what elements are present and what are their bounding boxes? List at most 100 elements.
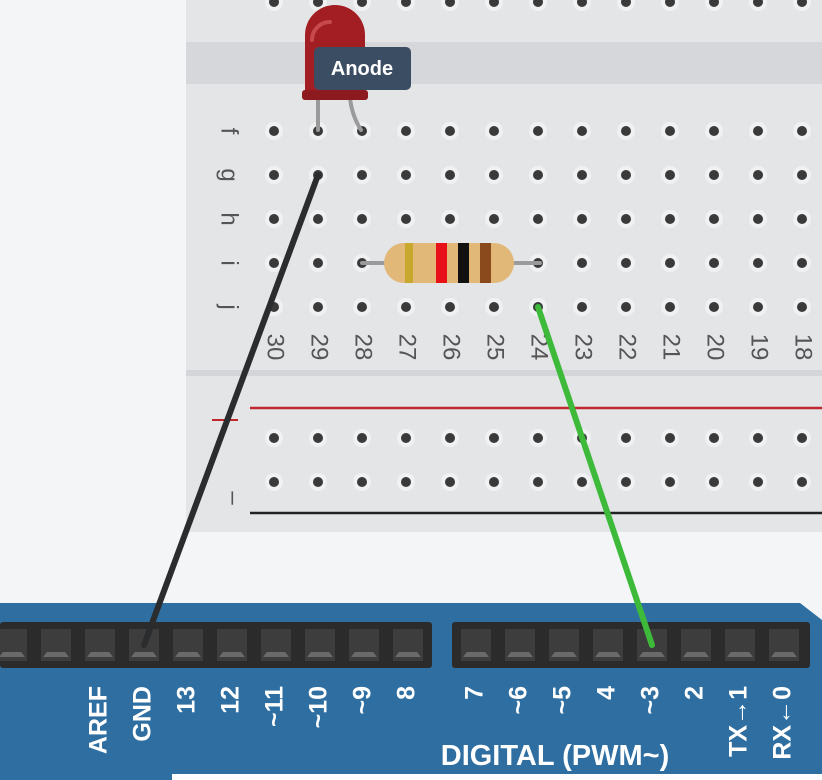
resistor-body[interactable] — [384, 243, 514, 283]
breadboard-hole[interactable] — [621, 214, 631, 224]
rail-hole[interactable] — [357, 433, 367, 443]
rail-hole[interactable] — [401, 477, 411, 487]
rail-hole[interactable] — [269, 477, 279, 487]
rail-hole[interactable] — [665, 477, 675, 487]
rail-hole[interactable] — [621, 477, 631, 487]
breadboard-hole[interactable] — [357, 302, 367, 312]
rail-hole[interactable] — [797, 477, 807, 487]
rail-hole[interactable] — [533, 477, 543, 487]
header-pin — [771, 652, 797, 657]
breadboard-hole[interactable] — [357, 214, 367, 224]
breadboard-hole[interactable] — [269, 258, 279, 268]
breadboard-hole[interactable] — [489, 214, 499, 224]
breadboard-hole[interactable] — [665, 302, 675, 312]
breadboard-hole[interactable] — [665, 214, 675, 224]
led-rim — [302, 90, 368, 100]
column-number: 30 — [262, 334, 289, 361]
rail-hole[interactable] — [313, 433, 323, 443]
rail-hole[interactable] — [533, 433, 543, 443]
rail-hole[interactable] — [797, 433, 807, 443]
breadboard-hole[interactable] — [709, 214, 719, 224]
breadboard-hole[interactable] — [709, 126, 719, 136]
breadboard-hole[interactable] — [709, 258, 719, 268]
breadboard-hole[interactable] — [489, 302, 499, 312]
rail-hole[interactable] — [489, 477, 499, 487]
breadboard-hole[interactable] — [577, 214, 587, 224]
arduino-board[interactable]: AREF GND 13 12 ~11 ~10 ~9 8 7 ~6 ~5 4 ~3 2 TX→1 RX←0 DI… — [0, 603, 822, 780]
breadboard-hole[interactable] — [489, 126, 499, 136]
breadboard-hole[interactable] — [753, 214, 763, 224]
header-pin — [131, 652, 157, 657]
breadboard-hole[interactable] — [269, 170, 279, 180]
breadboard-hole[interactable] — [269, 126, 279, 136]
breadboard-hole[interactable] — [577, 126, 587, 136]
pin-label: 7 — [461, 686, 489, 700]
rail-hole[interactable] — [357, 477, 367, 487]
breadboard-center-channel — [186, 42, 822, 84]
breadboard-hole[interactable] — [445, 214, 455, 224]
breadboard-hole[interactable] — [665, 170, 675, 180]
breadboard-hole[interactable] — [753, 258, 763, 268]
header-pin — [395, 652, 421, 657]
breadboard-hole[interactable] — [665, 126, 675, 136]
breadboard-hole[interactable] — [621, 126, 631, 136]
rail-hole[interactable] — [577, 477, 587, 487]
breadboard-hole[interactable] — [401, 126, 411, 136]
breadboard-hole[interactable] — [797, 126, 807, 136]
breadboard-hole[interactable] — [709, 302, 719, 312]
breadboard-hole[interactable] — [797, 258, 807, 268]
breadboard-hole[interactable] — [313, 214, 323, 224]
breadboard-hole[interactable] — [797, 302, 807, 312]
breadboard-hole[interactable] — [665, 258, 675, 268]
breadboard-hole[interactable] — [621, 170, 631, 180]
breadboard-hole[interactable] — [445, 170, 455, 180]
rail-hole[interactable] — [753, 477, 763, 487]
breadboard-hole[interactable] — [753, 170, 763, 180]
breadboard-hole[interactable] — [445, 302, 455, 312]
breadboard-hole[interactable] — [577, 302, 587, 312]
breadboard-hole[interactable] — [621, 302, 631, 312]
breadboard-hole[interactable] — [577, 170, 587, 180]
row-letter: g — [216, 168, 243, 181]
breadboard-hole[interactable] — [357, 170, 367, 180]
column-number: 25 — [482, 334, 509, 361]
rail-hole[interactable] — [665, 433, 675, 443]
breadboard-hole[interactable] — [577, 258, 587, 268]
pin-label: 8 — [393, 686, 421, 700]
rail-hole[interactable] — [313, 477, 323, 487]
rail-hole[interactable] — [709, 433, 719, 443]
breadboard-hole[interactable] — [489, 170, 499, 180]
resistor-band-2 — [436, 243, 447, 283]
breadboard-hole[interactable] — [445, 126, 455, 136]
header-pin — [263, 652, 289, 657]
breadboard-hole[interactable] — [313, 258, 323, 268]
breadboard-hole[interactable] — [313, 302, 323, 312]
breadboard-hole[interactable] — [269, 214, 279, 224]
breadboard-hole[interactable] — [533, 214, 543, 224]
rail-hole[interactable] — [445, 433, 455, 443]
pin-label: ~11 — [261, 686, 289, 727]
breadboard-hole[interactable] — [621, 258, 631, 268]
breadboard-hole[interactable] — [533, 126, 543, 136]
header-pin — [683, 652, 709, 657]
breadboard-hole[interactable] — [709, 170, 719, 180]
breadboard-hole[interactable] — [797, 170, 807, 180]
rail-hole[interactable] — [709, 477, 719, 487]
rail-hole[interactable] — [401, 433, 411, 443]
rail-hole[interactable] — [489, 433, 499, 443]
rail-hole[interactable] — [753, 433, 763, 443]
negative-rail-label: – — [220, 491, 247, 505]
breadboard-hole[interactable] — [401, 214, 411, 224]
header-pin — [639, 652, 665, 657]
rail-hole[interactable] — [445, 477, 455, 487]
rail-hole[interactable] — [621, 433, 631, 443]
breadboard-hole[interactable] — [797, 214, 807, 224]
header-pin — [307, 652, 333, 657]
circuit-canvas[interactable]: – fghij 30 29 28 27 26 25 24 23 22 21 20 19 18 Anode… — [0, 0, 822, 780]
rail-hole[interactable] — [269, 433, 279, 443]
breadboard-hole[interactable] — [401, 302, 411, 312]
breadboard-hole[interactable] — [753, 126, 763, 136]
breadboard-hole[interactable] — [533, 170, 543, 180]
breadboard-hole[interactable] — [753, 302, 763, 312]
breadboard-hole[interactable] — [401, 170, 411, 180]
